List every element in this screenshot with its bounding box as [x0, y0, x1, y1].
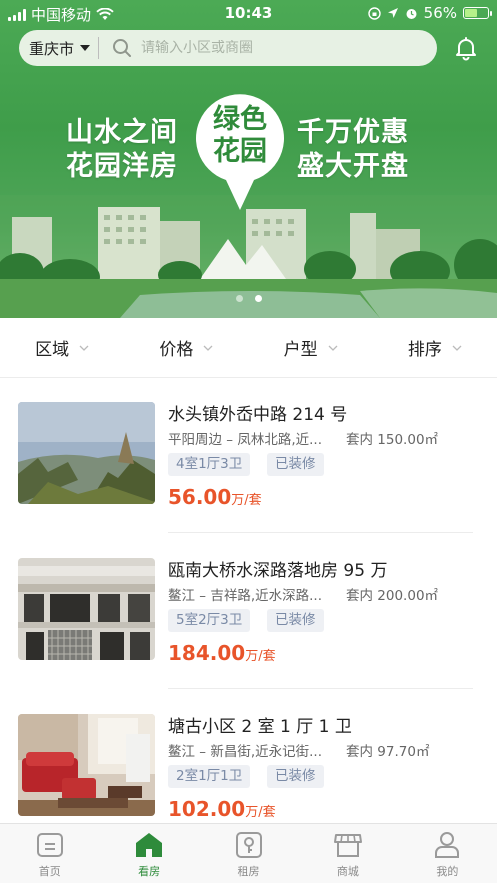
listing-location: 鳌江 – 吉祥路,近水深路...: [168, 588, 322, 604]
price-value: 56.00: [168, 485, 232, 509]
tab-store[interactable]: 商城: [298, 824, 397, 883]
filter-bar: 区域 价格 户型 排序: [0, 318, 497, 378]
bottom-tab-bar: 首页 看房 租房 商城 我的: [0, 823, 497, 883]
search-bar: 重庆市: [19, 30, 437, 66]
slogan-line: 盛大开盘: [297, 151, 409, 182]
banner-pin-text: 绿色 花园: [192, 104, 288, 168]
listing-location: 鳌江 – 新昌街,近永记街...: [168, 744, 322, 760]
listing-title: 瓯南大桥水深路落地房 95 万: [168, 561, 388, 581]
pin-line: 绿色: [213, 104, 267, 135]
battery-icon: [463, 7, 492, 19]
chevron-down-icon: [328, 345, 338, 351]
listing-tag-decoration: 已装修: [267, 453, 324, 476]
alarm-icon: [406, 8, 417, 19]
listing-photo: [18, 402, 155, 504]
tab-label: 租房: [237, 865, 260, 878]
search-input[interactable]: [141, 40, 402, 56]
location-arrow-icon: [387, 8, 398, 18]
filter-district[interactable]: 区域: [0, 318, 124, 377]
tab-house-view[interactable]: 看房: [99, 824, 198, 883]
chevron-down-icon: [79, 345, 89, 351]
slogan-line: 花园洋房: [66, 151, 178, 182]
filter-sort[interactable]: 排序: [373, 318, 497, 377]
row-divider: [168, 532, 473, 533]
tab-mine[interactable]: 我的: [398, 824, 497, 883]
battery-percent: 56%: [423, 4, 457, 22]
listing-area: 套内 200.00㎡: [346, 588, 439, 604]
tab-rent[interactable]: 租房: [199, 824, 298, 883]
listing-tag-layout: 4室1厅3卫: [168, 453, 251, 476]
row-divider: [168, 688, 473, 689]
listing-area: 套内 97.70㎡: [346, 744, 430, 760]
pin-line: 花园: [213, 136, 267, 167]
status-bar: 中国移动 10:43 56%: [0, 0, 497, 26]
chevron-down-icon: [452, 345, 462, 351]
city-label: 重庆市: [29, 39, 75, 58]
listing-price: 102.00万/套: [168, 797, 276, 821]
listing-price: 184.00万/套: [168, 641, 276, 665]
carousel-indicator: [0, 295, 497, 302]
filter-label: 价格: [159, 340, 194, 360]
filter-label: 排序: [407, 340, 442, 360]
carousel-dot-active[interactable]: [254, 295, 262, 302]
search-divider: [98, 37, 100, 59]
listing-title: 塘古小区 2 室 1 厅 1 卫: [168, 717, 352, 737]
listing-photo: [18, 714, 155, 816]
rotation-lock-icon: [367, 6, 381, 20]
tab-label: 看房: [138, 865, 161, 878]
listing-price: 56.00万/套: [168, 485, 262, 509]
price-unit: 万/套: [231, 493, 262, 508]
price-unit: 万/套: [245, 649, 276, 664]
filter-label: 户型: [283, 340, 318, 360]
store-icon: [333, 834, 362, 857]
home-doc-icon: [36, 833, 63, 857]
listing-item[interactable]: 水头镇外岙中路 214 号 平阳周边 – 凤林北路,近... 套内 150.00…: [0, 379, 497, 534]
price-value: 184.00: [168, 641, 246, 665]
listing-photo: [18, 558, 155, 660]
tab-home[interactable]: 首页: [0, 824, 99, 883]
house-icon: [136, 833, 163, 857]
tab-label: 首页: [38, 865, 61, 878]
chevron-down-icon: [203, 345, 213, 351]
carousel-dot[interactable]: [235, 295, 243, 302]
search-icon: [113, 39, 132, 57]
banner-slogan-right: 千万优惠 盛大开盘: [297, 116, 409, 184]
listing-tag-layout: 2室1厅1卫: [168, 765, 251, 788]
tab-label: 商城: [336, 865, 359, 878]
tab-label: 我的: [436, 865, 459, 878]
city-selector[interactable]: 重庆市: [19, 30, 91, 66]
listing-area: 套内 150.00㎡: [346, 432, 439, 448]
listing-location: 平阳周边 – 凤林北路,近...: [168, 432, 322, 448]
listing-tag-decoration: 已装修: [267, 609, 324, 632]
listing-tag-decoration: 已装修: [267, 765, 324, 788]
listing-tag-layout: 5室2厅3卫: [168, 609, 251, 632]
listing-item[interactable]: 瓯南大桥水深路落地房 95 万 鳌江 – 吉祥路,近水深路... 套内 200.…: [0, 535, 497, 690]
listing-title: 水头镇外岙中路 214 号: [168, 405, 348, 425]
banner-slogan-left: 山水之间 花园洋房: [66, 116, 178, 184]
filter-price[interactable]: 价格: [124, 318, 248, 377]
price-unit: 万/套: [245, 805, 276, 820]
promo-banner[interactable]: 中国移动 10:43 56% 重庆市 请输入小区或商圈 山水之间 花园洋房 绿色…: [0, 0, 497, 318]
slogan-line: 千万优惠: [297, 117, 409, 148]
person-icon: [435, 832, 460, 858]
filter-label: 区域: [35, 340, 70, 360]
bell-icon[interactable]: [453, 35, 479, 61]
caret-down-icon: [80, 45, 91, 51]
slogan-line: 山水之间: [66, 117, 178, 148]
filter-layout[interactable]: 户型: [249, 318, 373, 377]
key-icon: [235, 832, 262, 858]
price-value: 102.00: [168, 797, 246, 821]
